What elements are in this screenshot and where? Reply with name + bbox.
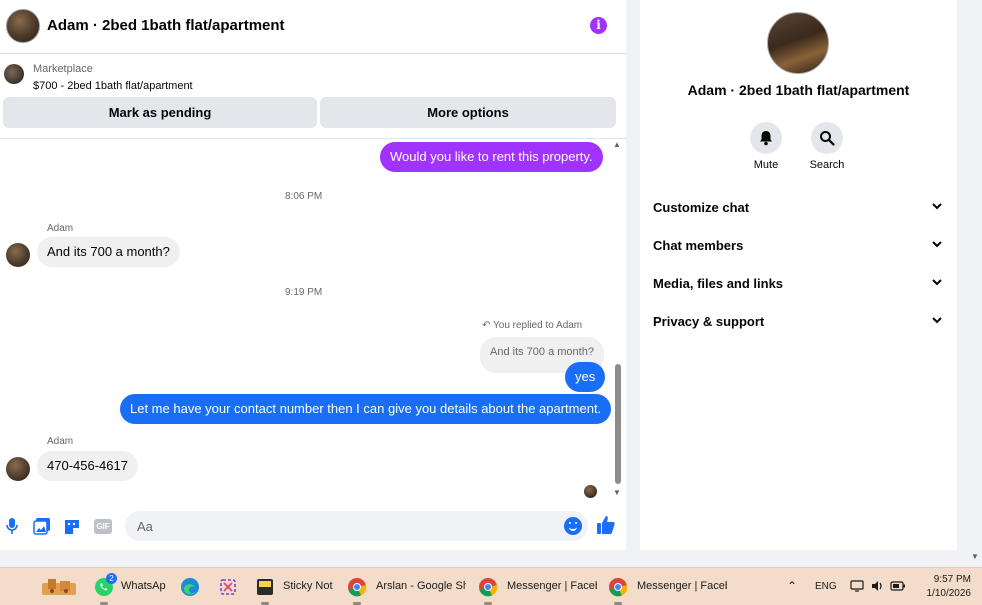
language-indicator[interactable]: ENG — [815, 581, 837, 592]
conversation-avatar[interactable] — [767, 12, 829, 74]
sender-avatar[interactable] — [6, 243, 30, 267]
taskbar-messenger-1[interactable]: Messenger | Faceb — [478, 568, 598, 605]
messenger-1-label: Messenger | Faceb — [507, 580, 597, 592]
gif-icon[interactable]: GIF — [94, 519, 112, 534]
mute-button[interactable] — [750, 122, 782, 154]
clock-time: 9:57 PM — [933, 574, 971, 585]
like-thumbs-up-icon[interactable] — [596, 515, 616, 535]
message-composer: GIF — [0, 508, 626, 548]
chat-title[interactable]: Adam · 2bed 1bath flat/apartment — [47, 17, 285, 34]
message-sender-name: Adam — [47, 436, 74, 447]
conversation-name: Adam · 2bed 1bath flat/apartment — [687, 82, 910, 98]
snipping-tool-icon — [220, 579, 236, 595]
search-button[interactable] — [811, 122, 843, 154]
section-label: Customize chat — [653, 200, 750, 215]
read-receipt-avatar — [584, 485, 597, 498]
media-files-links-section[interactable]: Media, files and links — [653, 270, 943, 298]
taskbar-sticky-notes[interactable]: Sticky Note — [255, 568, 335, 605]
customize-chat-section[interactable]: Customize chat — [653, 194, 943, 222]
mute-label: Mute — [753, 159, 779, 171]
marketplace-label: Marketplace — [33, 63, 93, 75]
windows-taskbar: 2 WhatsAp Sticky Note Arslan - Google Sh… — [0, 567, 982, 605]
chat-panel: Adam · 2bed 1bath flat/apartment i Marke… — [0, 0, 626, 550]
scroll-down-arrow-icon[interactable]: ▼ — [613, 488, 621, 497]
taskbar-chrome-arslan[interactable]: Arslan - Google Sh — [347, 568, 467, 605]
message-incoming[interactable]: And its 700 a month? — [37, 237, 180, 267]
photo-gallery-icon[interactable] — [32, 517, 52, 537]
chrome-icon — [348, 578, 367, 597]
taskbar-whatsapp[interactable]: 2 WhatsAp — [92, 568, 170, 605]
reply-arrow-icon: ↶ — [482, 320, 491, 331]
message-sender-name: Adam — [47, 223, 74, 234]
clock-date: 1/10/2026 — [926, 588, 972, 599]
conversation-info-panel: Adam · 2bed 1bath flat/apartment Mute Se… — [640, 0, 957, 550]
chrome-arslan-label: Arslan - Google Sh — [376, 580, 466, 592]
reply-note: ↶ You replied to Adam — [482, 320, 582, 331]
emoji-icon[interactable] — [564, 517, 582, 535]
page-scroll-down-arrow-icon[interactable]: ▼ — [971, 552, 979, 561]
microphone-icon[interactable] — [2, 517, 22, 537]
taskbar-snipping-tool[interactable] — [218, 568, 242, 605]
reply-note-text: You replied to Adam — [493, 320, 583, 331]
bell-icon — [760, 131, 772, 146]
chrome-icon — [609, 578, 628, 597]
message-outgoing[interactable]: Let me have your contact number then I c… — [120, 394, 612, 424]
listing-thumbnail[interactable] — [4, 64, 24, 84]
message-outgoing[interactable]: Would you like to rent this property. — [380, 142, 603, 172]
privacy-support-section[interactable]: Privacy & support — [653, 308, 943, 336]
network-icon[interactable] — [850, 579, 864, 593]
section-label: Chat members — [653, 238, 744, 253]
whatsapp-label: WhatsAp — [121, 580, 166, 592]
sender-avatar[interactable] — [6, 457, 30, 481]
whatsapp-unread-badge: 2 — [106, 573, 117, 584]
message-timestamp: 8:06 PM — [285, 191, 323, 202]
battery-icon[interactable] — [890, 580, 906, 592]
edge-browser-icon — [181, 578, 199, 596]
more-options-button[interactable]: More options — [320, 97, 616, 128]
chat-scrollbar-thumb[interactable] — [615, 364, 621, 484]
taskbar-widgets[interactable] — [38, 568, 80, 605]
thread-divider — [0, 138, 626, 139]
chrome-icon — [479, 578, 498, 597]
chat-members-section[interactable]: Chat members — [653, 232, 943, 260]
system-clock[interactable]: 9:57 PM 1/10/2026 — [917, 573, 972, 601]
show-hidden-icons-chevron-icon[interactable]: ⌃ — [787, 579, 797, 593]
sticker-icon[interactable] — [62, 517, 82, 537]
taskbar-edge[interactable] — [180, 568, 204, 605]
sticky-notes-icon — [257, 579, 273, 595]
chevron-down-icon — [932, 317, 942, 324]
listing-price-title[interactable]: $700 - 2bed 1bath flat/apartment — [33, 80, 193, 92]
taskbar-messenger-2[interactable]: Messenger | Faceb — [608, 568, 728, 605]
sticky-notes-label: Sticky Note — [283, 580, 333, 592]
contact-avatar[interactable] — [6, 9, 40, 43]
chat-header: Adam · 2bed 1bath flat/apartment i — [0, 0, 626, 54]
chevron-down-icon — [932, 203, 942, 210]
section-label: Privacy & support — [653, 314, 765, 329]
widgets-icon — [42, 579, 76, 595]
message-input[interactable] — [125, 511, 588, 541]
message-timestamp: 9:19 PM — [285, 287, 323, 298]
section-label: Media, files and links — [653, 276, 784, 291]
volume-icon[interactable] — [870, 579, 884, 593]
scroll-up-arrow-icon[interactable]: ▲ — [613, 140, 621, 149]
search-icon — [820, 131, 835, 146]
message-outgoing[interactable]: yes — [565, 362, 606, 392]
info-icon[interactable]: i — [590, 17, 607, 34]
chevron-down-icon — [932, 279, 942, 286]
chevron-down-icon — [932, 241, 942, 248]
search-label: Search — [809, 159, 845, 171]
messenger-2-label: Messenger | Faceb — [637, 580, 727, 592]
message-incoming[interactable]: 470-456-4617 — [37, 451, 138, 481]
mark-as-pending-button[interactable]: Mark as pending — [3, 97, 317, 128]
